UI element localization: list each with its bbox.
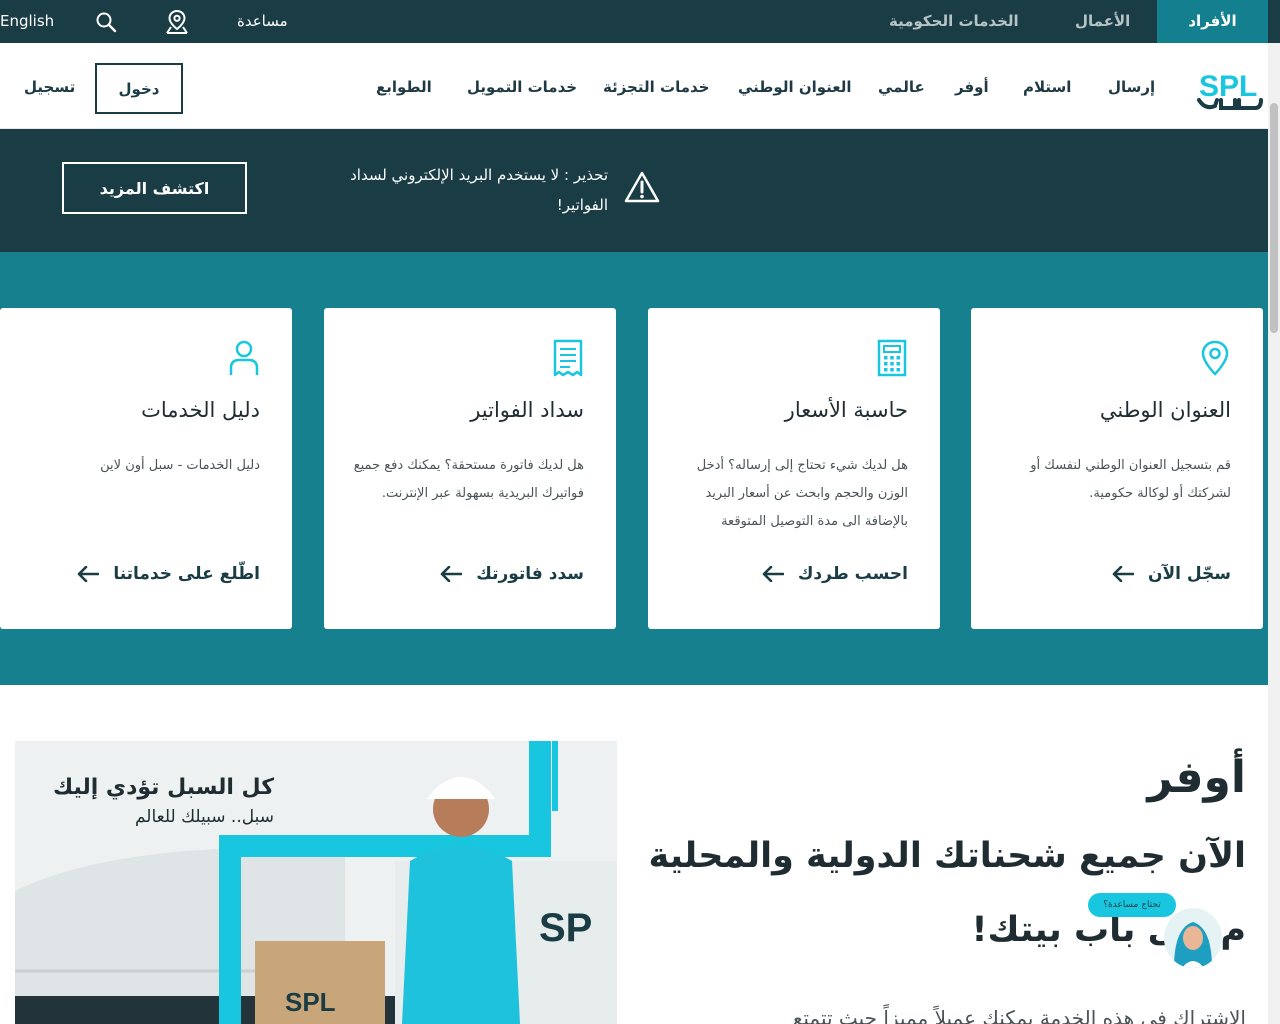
warning-text: تحذير : لا يستخدم البريد الإلكتروني لسدا…	[350, 166, 608, 214]
arrow-left-icon	[1112, 566, 1134, 582]
card-link-label: سجّل الآن	[1147, 564, 1231, 584]
card-bill-payment[interactable]: سداد الفواتير هل لديك فاتورة مستحقة؟ يمك…	[324, 308, 616, 629]
discover-more-button[interactable]: اكتشف المزيد	[62, 162, 247, 214]
tab-business[interactable]: الأعمال	[1075, 0, 1130, 43]
scrollbar-thumb[interactable]	[1270, 103, 1278, 333]
top-bar: الأفراد الأعمال الخدمات الحكومية مساعدة …	[0, 0, 1280, 43]
card-title: سداد الفواتير	[470, 398, 584, 422]
arrow-left-icon	[78, 566, 100, 582]
nav-global[interactable]: عالمي	[878, 78, 925, 96]
svg-text:SPL: SPL	[285, 987, 336, 1017]
card-description: دليل الخدمات - سبل أون لاين	[100, 458, 260, 473]
card-description: هل لديك شيء تحتاج إلى إرساله؟ أدخل الوزن…	[696, 458, 908, 529]
nav-send[interactable]: إرسال	[1108, 78, 1155, 96]
card-national-address[interactable]: العنوان الوطني قم بتسجيل العنوان الوطني …	[971, 308, 1263, 629]
card-description: هل لديك فاتورة مستحقة؟ يمكنك دفع جميع فو…	[353, 458, 584, 501]
arrow-left-icon	[440, 566, 463, 582]
search-icon[interactable]	[95, 11, 117, 33]
card-link[interactable]: سدد فاتورتك	[440, 564, 584, 584]
card-link[interactable]: احسب طردك	[762, 564, 908, 584]
card-title: دليل الخدمات	[141, 398, 260, 422]
card-link-label: احسب طردك	[797, 564, 908, 584]
svg-text:SP: SP	[539, 906, 592, 950]
location-icon[interactable]	[165, 9, 189, 35]
promo-image: SP SPL كل السبل تؤدي إليك سبل.. سبيلك لل…	[15, 741, 617, 1024]
nav-stamps[interactable]: الطوابع	[376, 78, 432, 96]
language-switch[interactable]: English	[0, 0, 54, 43]
nav-finance-services[interactable]: خدمات التمويل	[467, 78, 577, 96]
card-link[interactable]: سجّل الآن	[1112, 564, 1231, 584]
promo-image-headline: كل السبل تؤدي إليك	[53, 775, 274, 800]
card-link-label: اطّلع على خدماتنا	[113, 564, 260, 584]
register-link[interactable]: تسجيل	[24, 78, 75, 96]
person-icon	[226, 338, 262, 378]
location-pin-icon	[1197, 338, 1233, 378]
card-link[interactable]: اطّلع على خدماتنا	[77, 564, 260, 584]
promo-subtitle: الآن جميع شحناتك الدولية والمحلية	[648, 836, 1246, 876]
scrollbar[interactable]	[1268, 43, 1280, 1024]
card-description: قم بتسجيل العنوان الوطني لنفسك أو لشركتك…	[1030, 458, 1231, 501]
promo-image-tagline: سبل.. سبيلك للعالم	[134, 807, 274, 827]
help-assistant-avatar[interactable]	[1164, 908, 1222, 968]
login-button[interactable]: دخول	[95, 63, 183, 114]
card-price-calculator[interactable]: حاسبة الأسعار هل لديك شيء تحتاج إلى إرسا…	[648, 308, 940, 629]
page: الأفراد الأعمال الخدمات الحكومية مساعدة …	[0, 0, 1280, 1024]
nav-national-address[interactable]: العنوان الوطني	[738, 78, 852, 96]
receipt-icon	[550, 338, 586, 378]
tab-government-services[interactable]: الخدمات الحكومية	[889, 0, 1019, 43]
card-title: حاسبة الأسعار	[784, 398, 908, 422]
promo-body: الاشتراك في هذه الخدمة يمكنك عميلاً مميز…	[792, 1006, 1246, 1024]
nav-retail-services[interactable]: خدمات التجزئة	[603, 78, 709, 96]
help-link[interactable]: مساعدة	[237, 0, 288, 43]
nav-offer[interactable]: أوفر	[955, 78, 989, 96]
card-link-label: سدد فاتورتك	[476, 564, 584, 584]
svg-text:SPL: SPL	[1199, 70, 1257, 103]
help-bubble[interactable]: تحتاج مساعدة؟	[1088, 893, 1176, 917]
warning-triangle-icon	[623, 170, 661, 208]
arrow-left-icon	[762, 566, 784, 582]
nav-receive[interactable]: استلام	[1023, 78, 1071, 96]
card-title: العنوان الوطني	[1099, 398, 1231, 422]
tab-individuals[interactable]: الأفراد	[1157, 0, 1268, 43]
card-services-guide[interactable]: دليل الخدمات دليل الخدمات - سبل أون لاين…	[0, 308, 292, 629]
calculator-icon	[874, 338, 910, 378]
spl-logo[interactable]: SPL	[1195, 66, 1267, 112]
promo-title: أوفر	[1147, 752, 1246, 803]
